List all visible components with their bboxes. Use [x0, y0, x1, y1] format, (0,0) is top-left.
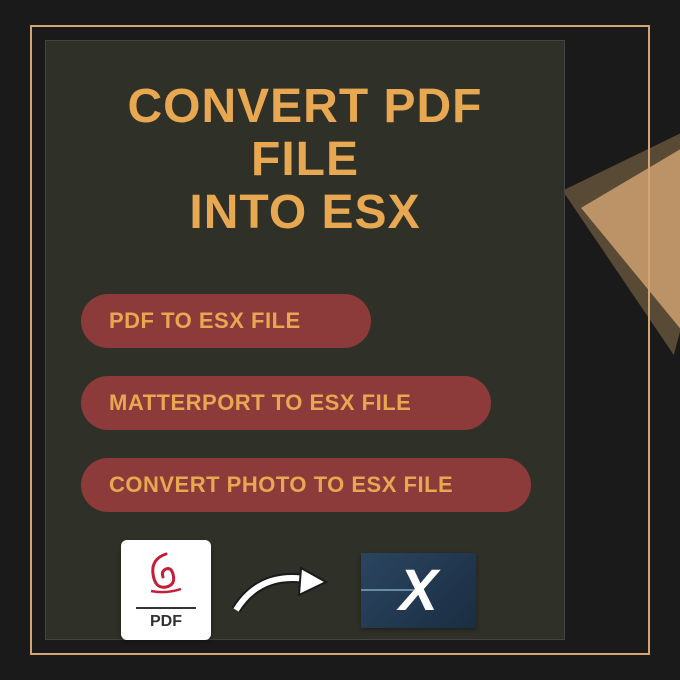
title-line-1: CONVERT PDF FILE	[127, 80, 482, 186]
feature-pill-2: MATTERPORT TO ESX FILE	[81, 376, 491, 430]
esx-icon: X	[361, 553, 476, 628]
feature-pill-1-text: PDF TO ESX FILE	[109, 308, 301, 334]
title-line-2: INTO ESX	[189, 186, 420, 239]
main-title: CONVERT PDF FILE INTO ESX	[81, 81, 529, 239]
feature-pill-2-text: MATTERPORT TO ESX FILE	[109, 390, 411, 416]
pdf-icon: PDF	[121, 540, 211, 640]
feature-pill-3-text: CONVERT PHOTO TO ESX FILE	[109, 472, 453, 498]
conversion-icon-row: PDF X	[121, 540, 529, 640]
pdf-swirl-graphic	[141, 549, 191, 599]
esx-x-letter: X	[399, 557, 438, 624]
feature-pill-3: CONVERT PHOTO TO ESX FILE	[81, 458, 531, 512]
feature-pill-1: PDF TO ESX FILE	[81, 294, 371, 348]
pdf-label-text: PDF	[136, 607, 196, 631]
arrow-icon	[231, 560, 341, 620]
content-box: CONVERT PDF FILE INTO ESX PDF TO ESX FIL…	[45, 40, 565, 640]
